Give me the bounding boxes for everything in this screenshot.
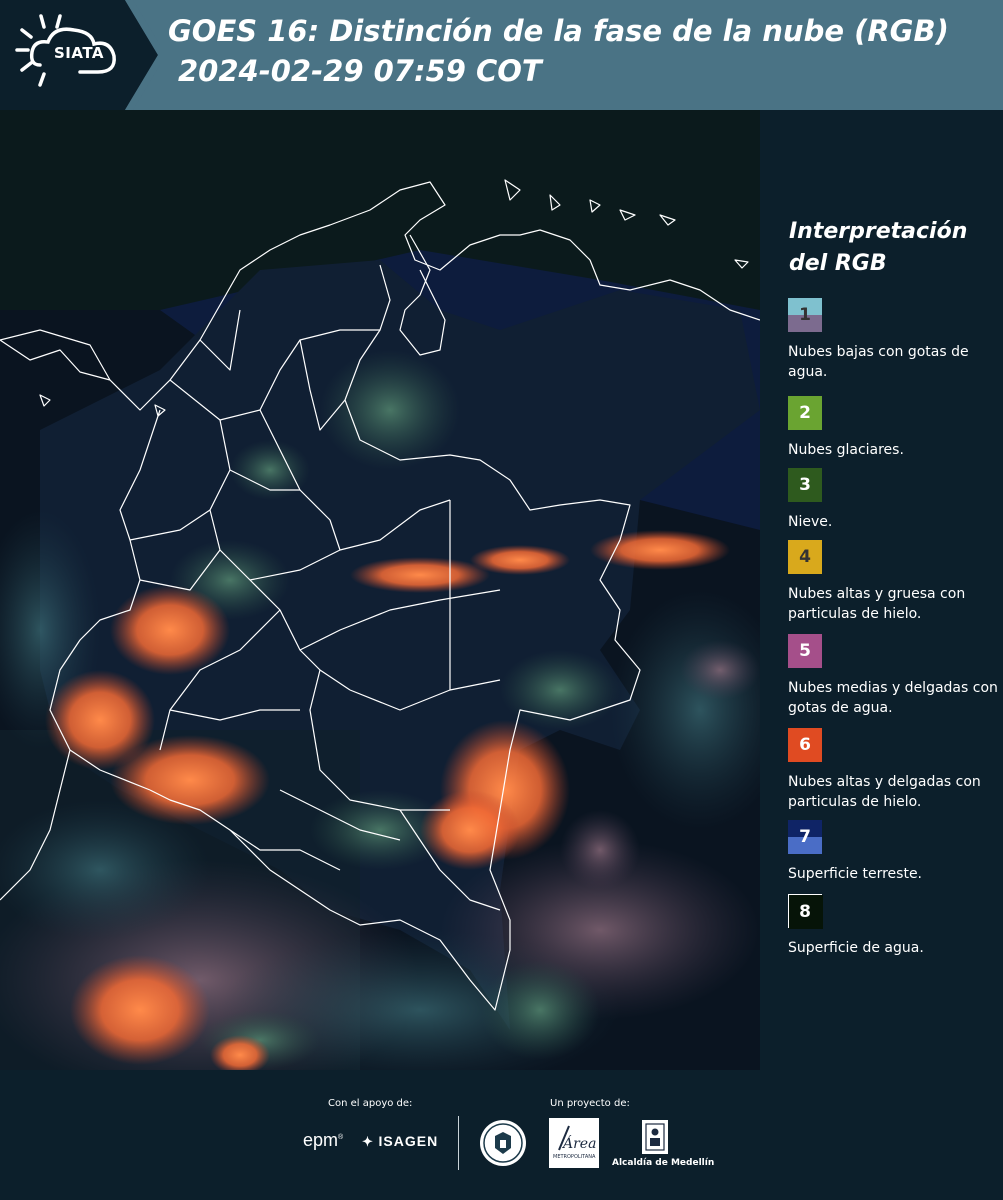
legend-swatch-5: 5 bbox=[788, 634, 822, 668]
university-seal-icon[interactable] bbox=[478, 1118, 528, 1168]
legend-swatch-4: 4 bbox=[788, 540, 822, 574]
legend-item-8: 8 Superficie de agua. bbox=[788, 894, 998, 958]
legend-item-2: 2 Nubes glaciares. bbox=[788, 396, 998, 460]
legend-number-6: 6 bbox=[799, 735, 811, 755]
legend-title: Interpretación del RGB bbox=[789, 216, 999, 280]
legend-item-3: 3 Nieve. bbox=[788, 468, 998, 532]
legend-desc-7: Superficie terreste. bbox=[788, 866, 923, 882]
isagen-arrow-icon: ✦ bbox=[362, 1134, 379, 1149]
area-metropolitana-logo[interactable]: Área METROPOLITANA bbox=[549, 1118, 599, 1168]
satellite-image bbox=[0, 110, 760, 1070]
epm-logo-text: epm bbox=[303, 1130, 339, 1150]
project-label: Un proyecto de: bbox=[550, 1098, 630, 1109]
legend-item-4: 4 Nubes altas y gruesa con particulas de… bbox=[788, 540, 998, 624]
legend-item-6: 6 Nubes altas y delgadas con particulas … bbox=[788, 728, 998, 812]
legend-panel: Interpretación del RGB 1 Nubes bajas con… bbox=[762, 110, 1003, 1070]
legend-swatch-3: 3 bbox=[788, 468, 822, 502]
legend-desc-4: Nubes altas y gruesa con particulas de h… bbox=[788, 586, 966, 622]
support-label: Con el apoyo de: bbox=[328, 1098, 413, 1109]
legend-title-line1: Interpretación bbox=[789, 219, 968, 244]
page-title: GOES 16: Distinción de la fase de la nub… bbox=[168, 14, 949, 48]
medellin-shield-icon[interactable] bbox=[612, 1118, 702, 1158]
legend-desc-1: Nubes bajas con gotas de agua. bbox=[788, 344, 969, 380]
page-timestamp: 2024-02-29 07:59 COT bbox=[178, 54, 542, 88]
legend-desc-3: Nieve. bbox=[788, 514, 833, 530]
isagen-logo[interactable]: ✦ ISAGEN bbox=[362, 1133, 438, 1150]
siata-logo[interactable]: SIATA bbox=[0, 0, 160, 110]
legend-number-7: 7 bbox=[799, 827, 811, 847]
legend-number-8: 8 bbox=[799, 902, 811, 922]
legend-number-3: 3 bbox=[799, 475, 811, 495]
isagen-logo-text: ISAGEN bbox=[378, 1133, 439, 1149]
legend-item-7: 7 Superficie terreste. bbox=[788, 820, 998, 884]
area-logo-text: Área bbox=[561, 1134, 596, 1152]
siata-logo-text: SIATA bbox=[53, 44, 104, 62]
satellite-map[interactable] bbox=[0, 110, 760, 1070]
legend-swatch-7: 7 bbox=[788, 820, 822, 854]
legend-number-2: 2 bbox=[799, 403, 811, 423]
legend-item-1: 1 Nubes bajas con gotas de agua. bbox=[788, 298, 998, 382]
legend-desc-6: Nubes altas y delgadas con particulas de… bbox=[788, 774, 981, 810]
footer-divider bbox=[458, 1116, 459, 1170]
legend-desc-5: Nubes medias y delgadas con gotas de agu… bbox=[788, 680, 998, 716]
legend-number-1: 1 bbox=[799, 305, 811, 325]
legend-title-line2: del RGB bbox=[789, 251, 887, 276]
legend-swatch-1: 1 bbox=[788, 298, 822, 332]
legend-desc-2: Nubes glaciares. bbox=[788, 442, 904, 458]
area-logo-subtext: METROPOLITANA bbox=[553, 1154, 596, 1160]
legend-desc-8: Superficie de agua. bbox=[788, 940, 924, 956]
footer: Con el apoyo de: Un proyecto de: epm® ✦ … bbox=[0, 1070, 1003, 1200]
legend-swatch-2: 2 bbox=[788, 396, 822, 430]
medellin-label: Alcaldía de Medellín bbox=[612, 1158, 715, 1168]
header-banner: SIATA GOES 16: Distinción de la fase de … bbox=[0, 0, 1003, 110]
legend-swatch-8: 8 bbox=[788, 894, 823, 929]
legend-item-5: 5 Nubes medias y delgadas con gotas de a… bbox=[788, 634, 998, 718]
epm-logo[interactable]: epm® bbox=[303, 1130, 343, 1151]
legend-swatch-6: 6 bbox=[788, 728, 822, 762]
legend-number-4: 4 bbox=[799, 547, 811, 567]
legend-number-5: 5 bbox=[799, 641, 811, 661]
